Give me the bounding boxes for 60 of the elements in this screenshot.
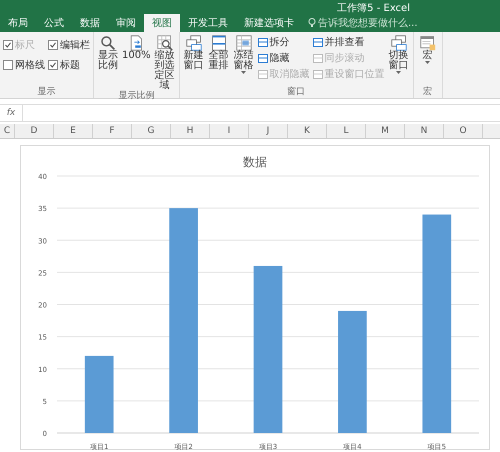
ribbon-button[interactable]: 显示比例 (97, 34, 119, 91)
ribbon-small-button[interactable]: 隐藏 (258, 51, 310, 65)
check-icon (50, 62, 56, 68)
window-title: 工作簿5 - Excel (337, 2, 410, 14)
page-icon (128, 35, 144, 51)
ribbon-tab[interactable]: 视图 (144, 14, 180, 32)
ribbon-button[interactable]: 新建窗口 (182, 34, 205, 87)
column-header[interactable]: K (288, 124, 327, 138)
group-label: 显示 (36, 87, 56, 98)
ribbon-tab[interactable]: 开发工具 (180, 14, 236, 32)
window-pane-icon (312, 54, 323, 62)
column-header[interactable]: I (210, 124, 249, 138)
chart-title: 数据 (243, 155, 267, 169)
column-header[interactable]: L (327, 124, 366, 138)
ribbon-small-button[interactable]: 并排查看 (312, 35, 385, 49)
windows-icon (186, 35, 202, 51)
ribbon-tab[interactable]: 审阅 (108, 14, 144, 32)
ribbon-button[interactable]: 宏 (416, 34, 439, 87)
fx-label: fx (0, 105, 23, 121)
ribbon-tab[interactable]: 公式 (36, 14, 72, 32)
ribbon-button[interactable]: 全部重排 (208, 34, 230, 87)
freeze-panes-icon (236, 35, 252, 51)
check-icon (5, 42, 11, 48)
window-pane-icon (312, 38, 323, 46)
column-header[interactable]: J (249, 124, 288, 138)
group-label: 宏 (422, 87, 434, 98)
ribbon-button[interactable]: 冻结窗格 (232, 34, 255, 87)
column-header[interactable]: E (54, 124, 93, 138)
window-pane-icon (258, 54, 268, 62)
macro-icon (420, 35, 436, 51)
window-pane-icon (312, 70, 323, 78)
column-header[interactable]: H (171, 124, 210, 138)
column-header[interactable]: G (132, 124, 171, 138)
column-header[interactable]: C (0, 124, 15, 138)
lightbulb-icon (308, 18, 316, 28)
check-icon (50, 42, 56, 48)
ribbon-tab[interactable]: 布局 (0, 14, 36, 32)
ribbon-button[interactable]: 切换窗口 (388, 34, 410, 87)
window-pane-icon (258, 38, 268, 46)
ribbon-tab[interactable]: 数据 (72, 14, 108, 32)
window-pane-icon (258, 70, 268, 78)
tell-me-field[interactable]: 告诉我您想要做什么... (302, 14, 424, 32)
column-header[interactable]: N (405, 124, 444, 138)
column-header[interactable]: M (366, 124, 405, 138)
zoom-grid-icon (156, 35, 173, 51)
ribbon-button[interactable]: 100% (122, 34, 151, 91)
arrange-icon (210, 35, 227, 51)
checkbox[interactable]: 标题 (48, 58, 90, 72)
magnifier-icon (100, 35, 116, 51)
group-label: 显示比例 (117, 91, 156, 102)
ribbon-small-button[interactable]: 拆分 (258, 35, 310, 49)
group-label: 窗口 (286, 87, 306, 98)
column-header[interactable]: O (444, 124, 483, 138)
column-header[interactable]: F (93, 124, 132, 138)
windows-icon (390, 35, 407, 51)
ribbon-tab[interactable]: 新建选项卡 (236, 14, 302, 32)
checkbox[interactable]: 编辑栏 (48, 38, 90, 52)
checkbox[interactable]: 网格线 (3, 58, 45, 72)
ribbon-button[interactable]: 缩放到选定区域 (154, 34, 176, 91)
column-header[interactable]: D (15, 124, 54, 138)
